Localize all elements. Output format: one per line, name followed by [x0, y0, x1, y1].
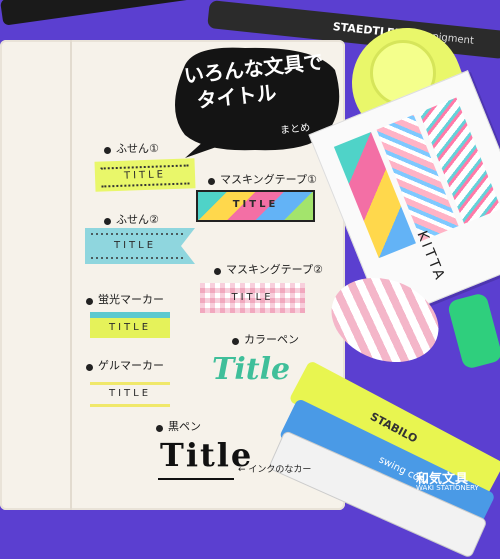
item-label-blackpen: 黒ペン	[168, 420, 201, 433]
item-tag-2: TITLE	[232, 199, 279, 210]
bullet-2	[208, 178, 215, 185]
bullet-5	[86, 298, 93, 305]
bullet-3	[104, 218, 111, 225]
gel-line-bottom	[90, 404, 170, 407]
bullet-4	[214, 268, 221, 275]
ink-note: ← インクのなカー	[238, 465, 312, 475]
sticky-note-yellow: TITLE	[94, 158, 196, 192]
kitta-brand-label: KITTA	[413, 228, 449, 285]
gel-marker-lines: TITLE	[90, 380, 170, 410]
item-label-fusen-1: ふせん①	[116, 142, 159, 155]
green-cap	[446, 292, 500, 370]
bullet-7	[86, 364, 93, 371]
gel-line-top	[90, 382, 170, 385]
black-pen-top	[0, 0, 232, 26]
item-tag-3: TITLE	[113, 240, 157, 251]
item-label-highlighter: 蛍光マーカー	[98, 293, 164, 306]
item-label-gelmarker: ゲルマーカー	[98, 359, 164, 372]
highlighter-swatch: TITLE	[90, 312, 170, 338]
item-tag-1: TITLE	[123, 169, 167, 182]
page-subtitle: まとめ	[279, 122, 311, 137]
masking-tape-colorful: TITLE	[196, 190, 315, 222]
item-label-masking-1: マスキングテープ①	[220, 173, 317, 186]
item-label-fusen-2: ふせん②	[116, 213, 159, 226]
bullet-1	[104, 147, 111, 154]
item-tag-4: TITLE	[231, 292, 274, 303]
notebook-spine	[70, 40, 72, 510]
bullet-8	[156, 425, 163, 432]
logo-sub: WAKI STATIONERY	[416, 484, 479, 492]
item-tag-6: Title	[212, 352, 291, 387]
bullet-6	[232, 338, 239, 345]
masking-tape-gingham: TITLE	[200, 283, 305, 313]
dashed-line-bottom	[101, 182, 190, 188]
item-tag-5: TITLE	[108, 322, 152, 333]
item-tag-7: TITLE	[108, 388, 152, 399]
brand-logo: 和気文具 WAKI STATIONERY	[396, 468, 496, 496]
highlighter-teal-stripe	[90, 312, 170, 318]
item-label-masking-2: マスキングテープ②	[226, 263, 323, 276]
item-label-colorpen: カラーペン	[244, 333, 299, 346]
black-underline	[158, 478, 234, 480]
